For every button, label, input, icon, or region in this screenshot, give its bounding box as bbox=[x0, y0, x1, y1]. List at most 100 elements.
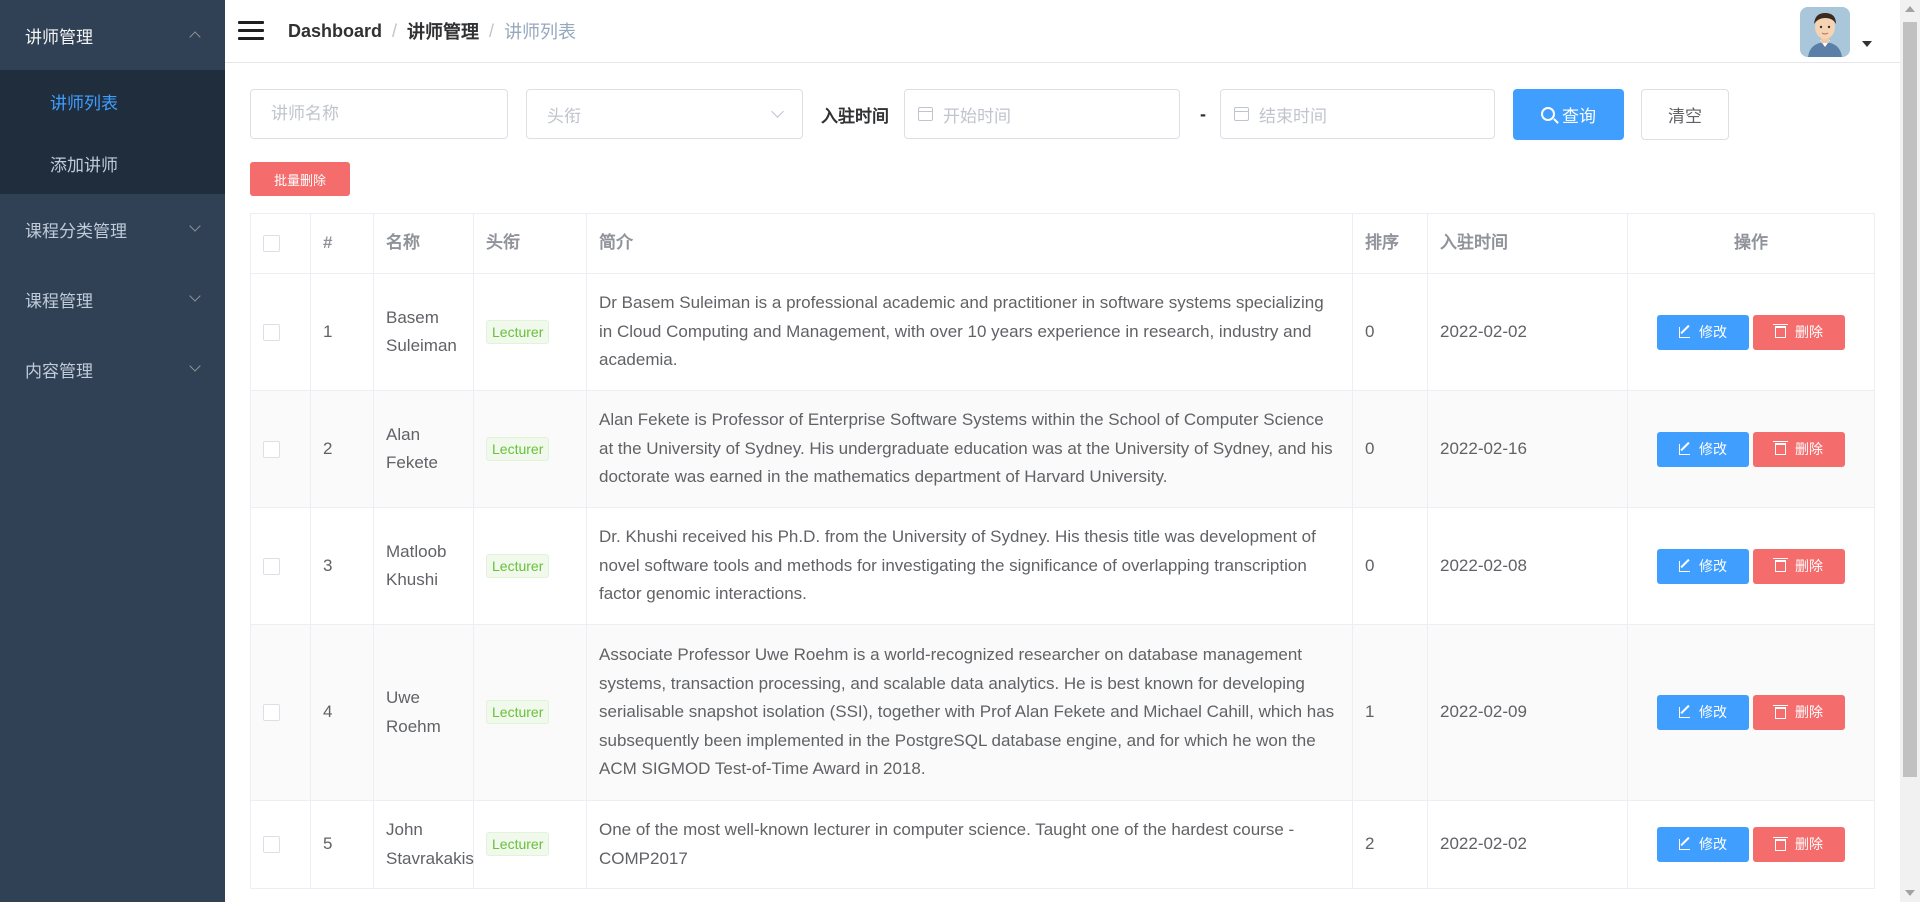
main-content: 头衔 入驻时间 开始时间 - 结束时间 查询 清空 批量删除 bbox=[250, 88, 1875, 889]
title-select[interactable]: 头衔 bbox=[526, 89, 803, 139]
delete-button[interactable]: 删除 bbox=[1753, 548, 1845, 584]
delete-label: 删除 bbox=[1795, 323, 1823, 340]
scroll-down-arrow-icon[interactable] bbox=[1905, 890, 1915, 896]
delete-label: 删除 bbox=[1795, 557, 1823, 574]
select-all-checkbox[interactable] bbox=[263, 235, 280, 253]
caret-down-icon[interactable] bbox=[1862, 41, 1872, 47]
row-title-cell: Lecturer bbox=[473, 800, 587, 889]
row-index: 5 bbox=[310, 800, 374, 889]
delete-button[interactable]: 删除 bbox=[1753, 827, 1845, 862]
trash-icon bbox=[1773, 441, 1788, 455]
title-select-placeholder: 头衔 bbox=[547, 106, 581, 126]
title-tag: Lecturer bbox=[486, 319, 550, 344]
edit-icon bbox=[1679, 839, 1690, 850]
breadcrumb: Dashboard / 讲师管理 / 讲师列表 bbox=[288, 18, 576, 44]
row-intro: Alan Fekete is Professor of Enterprise S… bbox=[586, 390, 1353, 508]
trash-icon bbox=[1773, 324, 1788, 338]
sidebar-item-add-teacher[interactable]: 添加讲师 bbox=[0, 132, 225, 194]
teacher-table: # 名称 头衔 简介 排序 入驻时间 操作 1 Basem Suleiman L… bbox=[250, 213, 1875, 889]
clear-button[interactable]: 清空 bbox=[1641, 88, 1729, 140]
end-date-placeholder: 结束时间 bbox=[1259, 106, 1327, 126]
sidebar-item-teacher-list[interactable]: 讲师列表 bbox=[0, 70, 225, 132]
trash-icon bbox=[1773, 558, 1788, 572]
chevron-down-icon bbox=[771, 104, 784, 118]
row-checkbox[interactable] bbox=[263, 704, 280, 722]
row-title-cell: Lecturer bbox=[473, 273, 587, 391]
table-row: 1 Basem Suleiman Lecturer Dr Basem Sulei… bbox=[250, 273, 1875, 391]
row-checkbox[interactable] bbox=[263, 836, 280, 854]
row-join-date: 2022-02-02 bbox=[1427, 800, 1628, 889]
menu-group-label: 课程管理 bbox=[25, 291, 93, 311]
calendar-icon bbox=[918, 107, 933, 121]
breadcrumb-current: 讲师列表 bbox=[504, 22, 577, 42]
row-intro: One of the most well-known lecturer in c… bbox=[586, 800, 1353, 889]
breadcrumb-teacher-management[interactable]: 讲师管理 bbox=[407, 18, 479, 44]
scrollbar-thumb[interactable] bbox=[1903, 22, 1917, 777]
delete-label: 删除 bbox=[1795, 704, 1823, 721]
column-header-intro: 简介 bbox=[586, 213, 1353, 274]
row-checkbox[interactable] bbox=[263, 557, 280, 575]
column-header-title: 头衔 bbox=[473, 213, 587, 274]
edit-button[interactable]: 修改 bbox=[1657, 695, 1749, 730]
delete-button[interactable]: 删除 bbox=[1753, 314, 1845, 350]
edit-label: 修改 bbox=[1699, 836, 1727, 853]
menu-group-label: 内容管理 bbox=[25, 361, 93, 381]
edit-button[interactable]: 修改 bbox=[1657, 827, 1749, 862]
row-actions: 修改 删除 bbox=[1627, 390, 1875, 508]
row-index: 3 bbox=[310, 507, 374, 625]
filter-form: 头衔 入驻时间 开始时间 - 结束时间 查询 清空 bbox=[250, 88, 1872, 140]
edit-button[interactable]: 修改 bbox=[1657, 431, 1749, 467]
teacher-name-field[interactable] bbox=[250, 89, 508, 139]
row-join-date: 2022-02-08 bbox=[1427, 507, 1628, 625]
row-checkbox[interactable] bbox=[263, 323, 280, 341]
breadcrumb-separator: / bbox=[489, 20, 495, 41]
search-icon bbox=[1541, 107, 1555, 121]
row-sort: 0 bbox=[1352, 390, 1428, 508]
row-checkbox-cell bbox=[250, 624, 311, 801]
column-header-name: 名称 bbox=[373, 213, 474, 274]
date-range-separator: - bbox=[1200, 103, 1206, 124]
row-sort: 0 bbox=[1352, 507, 1428, 625]
delete-button[interactable]: 删除 bbox=[1753, 431, 1845, 467]
menu-group-course-category[interactable]: 课程分类管理 bbox=[0, 194, 225, 264]
start-date-picker[interactable]: 开始时间 bbox=[904, 89, 1180, 139]
row-join-date: 2022-02-02 bbox=[1427, 273, 1628, 391]
hamburger-menu-icon[interactable] bbox=[238, 21, 264, 41]
row-index: 2 bbox=[310, 390, 374, 508]
edit-icon bbox=[1679, 707, 1690, 718]
menu-group-label: 课程分类管理 bbox=[25, 221, 127, 241]
row-actions: 修改 删除 bbox=[1627, 507, 1875, 625]
user-menu[interactable] bbox=[1800, 7, 1872, 57]
delete-button[interactable]: 删除 bbox=[1753, 695, 1845, 730]
edit-button[interactable]: 修改 bbox=[1657, 314, 1749, 350]
menu-group-content[interactable]: 内容管理 bbox=[0, 334, 225, 404]
page-scrollbar[interactable] bbox=[1900, 0, 1920, 902]
column-header-join-date: 入驻时间 bbox=[1427, 213, 1628, 274]
scroll-up-arrow-icon[interactable] bbox=[1905, 6, 1915, 12]
sidebar-item-label: 添加讲师 bbox=[50, 155, 118, 175]
row-sort: 1 bbox=[1352, 624, 1428, 801]
edit-icon bbox=[1679, 443, 1690, 455]
avatar[interactable] bbox=[1800, 7, 1850, 57]
chevron-down-icon bbox=[190, 364, 200, 374]
row-intro: Associate Professor Uwe Roehm is a world… bbox=[586, 624, 1353, 801]
row-checkbox[interactable] bbox=[263, 440, 280, 458]
row-title-cell: Lecturer bbox=[473, 624, 587, 801]
row-title-cell: Lecturer bbox=[473, 507, 587, 625]
row-checkbox-cell bbox=[250, 800, 311, 889]
column-header-sort: 排序 bbox=[1352, 213, 1428, 274]
submenu-teacher: 讲师列表 添加讲师 bbox=[0, 70, 225, 194]
row-title-cell: Lecturer bbox=[473, 390, 587, 508]
menu-group-course[interactable]: 课程管理 bbox=[0, 264, 225, 334]
teacher-name-input[interactable] bbox=[271, 104, 487, 124]
end-date-picker[interactable]: 结束时间 bbox=[1220, 89, 1495, 139]
title-tag: Lecturer bbox=[486, 436, 550, 461]
row-name: Uwe Roehm bbox=[373, 624, 474, 801]
trash-icon bbox=[1773, 836, 1788, 851]
search-button[interactable]: 查询 bbox=[1513, 88, 1624, 140]
start-date-placeholder: 开始时间 bbox=[943, 106, 1011, 126]
breadcrumb-dashboard[interactable]: Dashboard bbox=[288, 21, 382, 42]
menu-group-teacher[interactable]: 讲师管理 bbox=[0, 0, 225, 70]
batch-delete-button[interactable]: 批量删除 bbox=[250, 162, 350, 196]
edit-button[interactable]: 修改 bbox=[1657, 548, 1749, 584]
